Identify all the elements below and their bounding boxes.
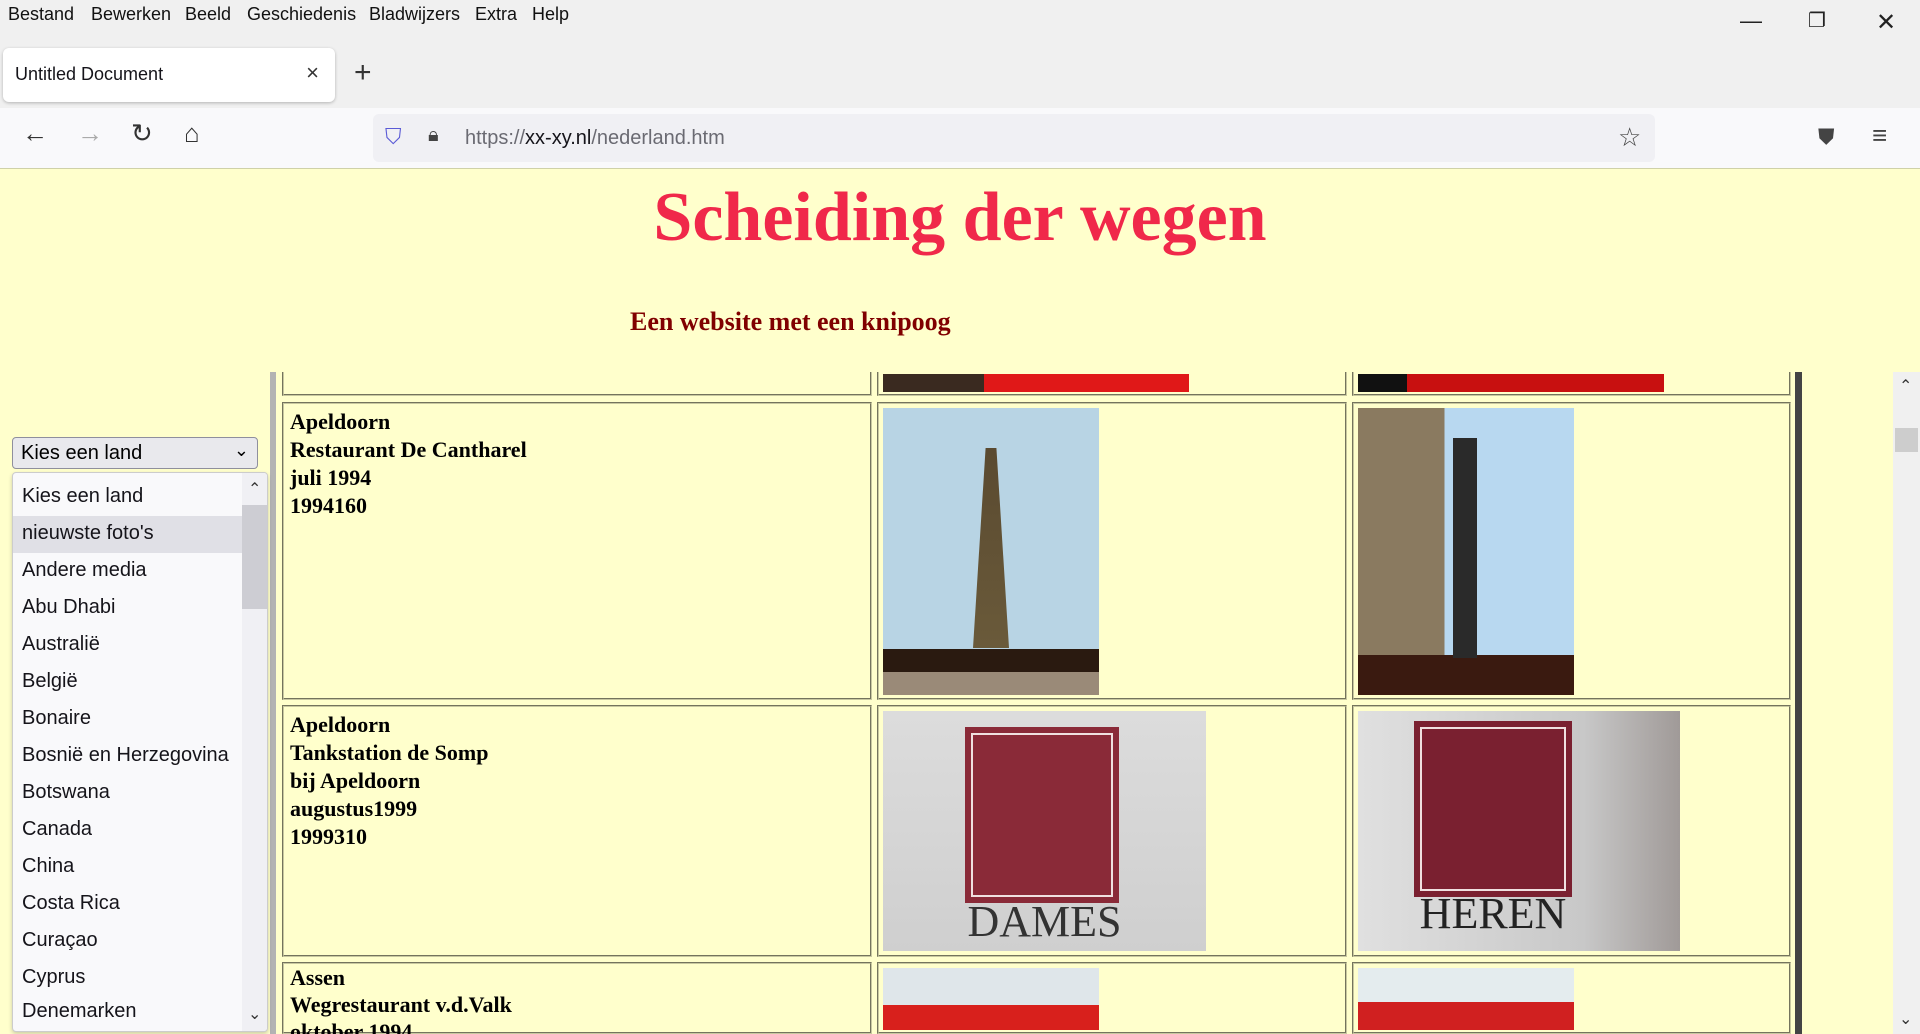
date: augustus1999 xyxy=(290,796,418,821)
tab-close-icon[interactable]: × xyxy=(306,60,319,86)
option[interactable]: Bosnië en Herzegovina xyxy=(13,738,243,775)
minimize-icon[interactable]: — xyxy=(1740,8,1762,34)
reload-icon[interactable]: ↻ xyxy=(131,118,153,149)
photo[interactable] xyxy=(883,374,1189,392)
place: Assen xyxy=(290,965,346,990)
option[interactable]: Denemarken xyxy=(13,994,243,1031)
table-cell: HEREN xyxy=(1352,705,1791,957)
date: oktober 1994 xyxy=(290,1019,413,1034)
location-detail: bij Apeldoorn xyxy=(290,768,421,793)
photo-heren-sign[interactable]: HEREN xyxy=(1358,711,1680,951)
table-cell xyxy=(1352,402,1791,700)
photo-dames-sign[interactable]: DAMES xyxy=(883,711,1206,951)
table-cell: DAMES xyxy=(877,705,1347,957)
scrollbar-thumb[interactable] xyxy=(1895,428,1918,452)
place: Apeldoorn xyxy=(290,712,391,737)
option[interactable]: Canada xyxy=(13,812,243,849)
page-subtitle: Een website met een knipoog xyxy=(630,307,951,336)
option[interactable]: nieuwste foto's xyxy=(13,516,243,553)
photo-code: 1994160 xyxy=(290,493,367,518)
option[interactable]: Australië xyxy=(13,627,243,664)
table-cell xyxy=(1352,962,1791,1034)
menu-geschiedenis[interactable]: Geschiedenis xyxy=(247,4,356,25)
menu-help[interactable]: Help xyxy=(532,4,569,25)
table-cell xyxy=(877,402,1347,700)
page-scrollbar[interactable]: ⌃ ⌄ xyxy=(1893,372,1920,1034)
location: Tankstation de Somp xyxy=(290,740,489,765)
sign-text: DAMES xyxy=(967,897,1122,946)
bookmark-star-icon[interactable]: ☆ xyxy=(1618,122,1641,153)
chevron-down-icon: ⌄ xyxy=(233,440,249,460)
app-menu-icon[interactable]: ≡ xyxy=(1872,120,1887,151)
table-row: Assen Wegrestaurant v.d.Valk oktober 1994 xyxy=(282,962,872,1034)
option[interactable]: Bonaire xyxy=(13,701,243,738)
photo[interactable] xyxy=(1358,374,1664,392)
option[interactable]: China xyxy=(13,849,243,886)
pocket-icon[interactable]: ⛊ xyxy=(1818,124,1835,150)
tab-untitled-document[interactable]: Untitled Document × xyxy=(3,48,335,102)
new-tab-button[interactable]: + xyxy=(354,56,372,90)
menu-extra[interactable]: Extra xyxy=(475,4,517,25)
url-text[interactable]: https://xx-xy.nl/nederland.htm xyxy=(465,127,725,150)
table-cell xyxy=(1352,372,1791,396)
table-cell xyxy=(282,372,872,396)
forward-icon[interactable]: → xyxy=(77,118,103,149)
sign-text: HEREN xyxy=(1419,889,1567,938)
photo-code: 1999310 xyxy=(290,824,367,849)
select-value: Kies een land xyxy=(21,442,143,464)
option[interactable]: Kies een land xyxy=(13,479,243,516)
menu-bladwijzers[interactable]: Bladwijzers xyxy=(369,4,460,25)
back-icon[interactable]: ← xyxy=(22,118,48,149)
photo[interactable] xyxy=(1358,968,1574,1030)
scroll-down-icon[interactable]: ⌄ xyxy=(248,1005,261,1025)
option[interactable]: Curaçao xyxy=(13,923,243,960)
table-row: Apeldoorn Tankstation de Somp bij Apeldoor… xyxy=(282,705,872,957)
photo-frame: Apeldoorn Restaurant De Cantharel juli 199… xyxy=(270,372,1802,1034)
tab-title: Untitled Document xyxy=(15,64,164,84)
option[interactable]: Cyprus xyxy=(13,960,243,997)
table-cell xyxy=(877,962,1347,1034)
close-window-icon[interactable]: ✕ xyxy=(1876,8,1896,37)
scrollbar-thumb[interactable] xyxy=(242,505,267,609)
menu-bar: Bestand Bewerken Beeld Geschiedenis Blad… xyxy=(0,0,1920,40)
scroll-up-icon[interactable]: ⌃ xyxy=(1899,376,1912,396)
option[interactable]: Abu Dhabi xyxy=(13,590,243,627)
option[interactable]: Botswana xyxy=(13,775,243,812)
scroll-down-icon[interactable]: ⌄ xyxy=(1899,1010,1912,1030)
location: Restaurant De Cantharel xyxy=(290,437,527,462)
table-row: Apeldoorn Restaurant De Cantharel juli 199… xyxy=(282,402,872,700)
country-dropdown: Kies een land nieuwste foto's Andere med… xyxy=(12,472,268,1032)
option[interactable]: Andere media xyxy=(13,553,243,590)
table-cell xyxy=(877,372,1347,396)
restore-icon[interactable]: ❐ xyxy=(1808,8,1826,33)
date: juli 1994 xyxy=(290,465,372,490)
page-title: Scheiding der wegen xyxy=(653,179,1267,256)
country-select[interactable]: Kies een land ⌄ xyxy=(12,437,258,469)
menu-bewerken[interactable]: Bewerken xyxy=(91,4,171,25)
menu-bestand[interactable]: Bestand xyxy=(8,4,74,25)
dropdown-scrollbar[interactable]: ⌃ ⌄ xyxy=(242,473,267,1031)
option[interactable]: België xyxy=(13,664,243,701)
photo-statue-woman[interactable] xyxy=(883,408,1099,695)
place: Apeldoorn xyxy=(290,409,391,434)
photo-statue-man[interactable] xyxy=(1358,408,1574,695)
lock-icon[interactable]: 🔒︎ xyxy=(428,124,439,147)
home-icon[interactable]: ⌂ xyxy=(184,118,200,149)
photo[interactable] xyxy=(883,968,1099,1030)
menu-beeld[interactable]: Beeld xyxy=(185,4,231,25)
location: Wegrestaurant v.d.Valk xyxy=(290,992,512,1017)
shield-icon[interactable]: ⛉ xyxy=(385,124,402,150)
scroll-up-icon[interactable]: ⌃ xyxy=(248,479,261,499)
option[interactable]: Costa Rica xyxy=(13,886,243,923)
